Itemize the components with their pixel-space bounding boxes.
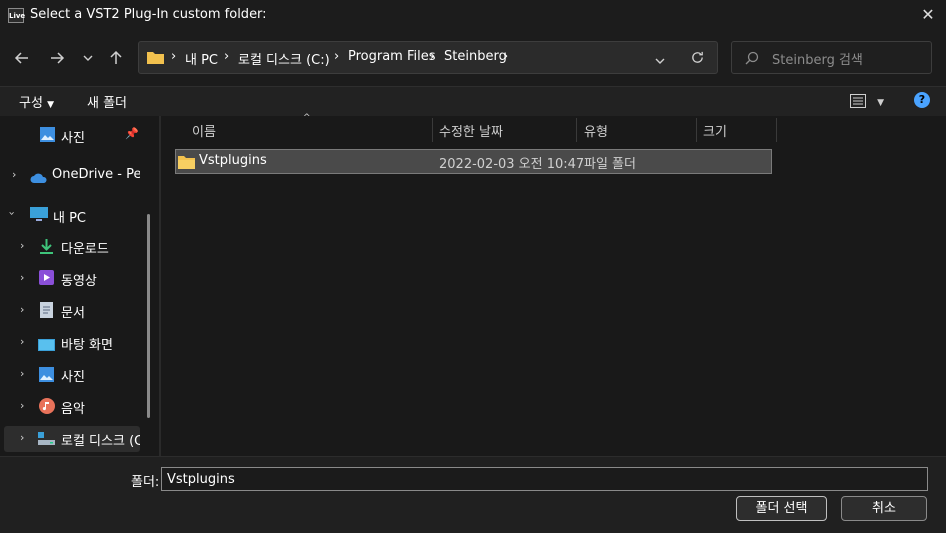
column-header-modified[interactable]: 수정한 날짜 xyxy=(439,121,503,140)
chevron-down-icon xyxy=(655,58,665,64)
column-header-type[interactable]: 유형 xyxy=(584,121,608,140)
organize-button[interactable]: 구성 ▼ xyxy=(19,92,54,111)
close-icon: ✕ xyxy=(921,5,935,24)
close-button[interactable]: ✕ xyxy=(916,4,940,26)
help-icon[interactable]: ? xyxy=(914,92,930,108)
drive-icon xyxy=(38,431,55,450)
document-icon xyxy=(40,302,53,322)
expand-chevron-icon[interactable]: › xyxy=(20,303,24,316)
column-header-size[interactable]: 크기 xyxy=(703,121,727,140)
window-title: Select a VST2 Plug-In custom folder: xyxy=(30,7,267,22)
breadcrumb-separator-icon: › xyxy=(224,49,230,64)
desktop-icon xyxy=(38,336,55,355)
folder-icon xyxy=(147,52,164,64)
breadcrumb-separator-icon: › xyxy=(430,49,436,64)
pin-icon[interactable]: 📌 xyxy=(125,127,139,140)
recent-locations-button[interactable] xyxy=(76,46,100,70)
arrow-left-icon xyxy=(14,52,28,64)
folder-label: 폴더: xyxy=(131,475,160,490)
sort-ascending-icon: ^ xyxy=(303,113,311,123)
breadcrumb-local-disk[interactable]: 로컬 디스크 (C:) xyxy=(238,49,330,68)
refresh-icon xyxy=(692,51,703,63)
column-header-name[interactable]: 이름 xyxy=(192,121,216,140)
organize-label: 구성 xyxy=(19,96,43,111)
expand-chevron-icon[interactable]: › xyxy=(20,239,24,252)
sidebar-item-videos[interactable]: 동영상 xyxy=(61,270,97,289)
select-folder-button[interactable]: 폴더 선택 xyxy=(736,496,827,521)
sidebar-item-desktop[interactable]: 바탕 화면 xyxy=(61,334,113,353)
sidebar-item-documents[interactable]: 문서 xyxy=(61,302,85,321)
sidebar-item-this-pc[interactable]: 내 PC xyxy=(53,207,86,226)
arrow-right-icon xyxy=(51,52,65,64)
folder-input[interactable] xyxy=(161,467,928,491)
forward-button[interactable] xyxy=(45,46,69,70)
chevron-down-icon xyxy=(83,55,93,61)
pane-divider[interactable] xyxy=(159,116,161,456)
caret-down-icon: ▼ xyxy=(877,98,885,108)
caret-down-icon: ▼ xyxy=(47,100,54,110)
search-input[interactable]: Steinberg 검색 xyxy=(772,49,863,68)
download-icon xyxy=(39,238,54,258)
music-icon xyxy=(39,398,55,418)
column-divider[interactable] xyxy=(432,118,433,142)
breadcrumb-steinberg[interactable]: Steinberg xyxy=(444,49,507,64)
file-modified: 2022-02-03 오전 10:47 xyxy=(439,157,585,172)
expand-chevron-icon[interactable]: › xyxy=(20,399,24,412)
sidebar-scrollbar[interactable] xyxy=(147,214,150,418)
new-folder-button[interactable]: 새 폴더 xyxy=(87,92,127,111)
list-view-icon xyxy=(850,94,866,108)
breadcrumb-separator-icon: › xyxy=(503,49,509,64)
view-options-button[interactable]: ▼ xyxy=(850,93,884,112)
folder-icon xyxy=(178,154,195,173)
expand-chevron-icon[interactable]: › xyxy=(12,168,16,181)
pictures-icon xyxy=(39,367,54,386)
arrow-up-icon xyxy=(110,50,122,64)
breadcrumb-program-files[interactable]: Program Files xyxy=(348,49,436,64)
column-divider[interactable] xyxy=(576,118,577,142)
cloud-icon xyxy=(30,169,48,188)
expand-chevron-icon[interactable]: › xyxy=(20,335,24,348)
search-icon xyxy=(745,50,759,69)
sidebar-item-pictures[interactable]: 사진 xyxy=(61,366,85,385)
sidebar-item-music[interactable]: 음악 xyxy=(61,398,85,417)
expand-chevron-icon[interactable]: › xyxy=(20,271,24,284)
address-dropdown-button[interactable] xyxy=(654,52,666,71)
column-divider[interactable] xyxy=(696,118,697,142)
breadcrumb-separator-icon: › xyxy=(171,49,177,64)
pictures-icon xyxy=(39,127,55,143)
sidebar-item-onedrive[interactable]: OneDrive - Perso xyxy=(52,167,140,182)
video-icon xyxy=(39,270,54,289)
sidebar-item-pictures-pinned[interactable]: 사진 xyxy=(61,127,85,146)
expand-chevron-icon[interactable]: › xyxy=(20,367,24,380)
computer-icon xyxy=(30,207,48,226)
cancel-button[interactable]: 취소 xyxy=(841,496,927,521)
sidebar-item-downloads[interactable]: 다운로드 xyxy=(61,238,109,257)
app-icon: Live xyxy=(8,8,25,23)
file-name: Vstplugins xyxy=(199,153,267,168)
back-button[interactable] xyxy=(10,46,34,70)
command-bar xyxy=(0,86,946,116)
up-button[interactable] xyxy=(104,46,128,70)
column-divider[interactable] xyxy=(776,118,777,142)
expand-chevron-icon[interactable]: › xyxy=(20,431,24,444)
file-type: 파일 폴더 xyxy=(584,157,636,172)
breadcrumb-separator-icon: › xyxy=(334,49,340,64)
refresh-button[interactable] xyxy=(690,50,705,69)
sidebar-item-local-disk[interactable]: 로컬 디스크 (C xyxy=(61,430,140,449)
breadcrumb-this-pc[interactable]: 내 PC xyxy=(185,49,218,68)
collapse-chevron-icon[interactable]: › xyxy=(6,211,19,215)
